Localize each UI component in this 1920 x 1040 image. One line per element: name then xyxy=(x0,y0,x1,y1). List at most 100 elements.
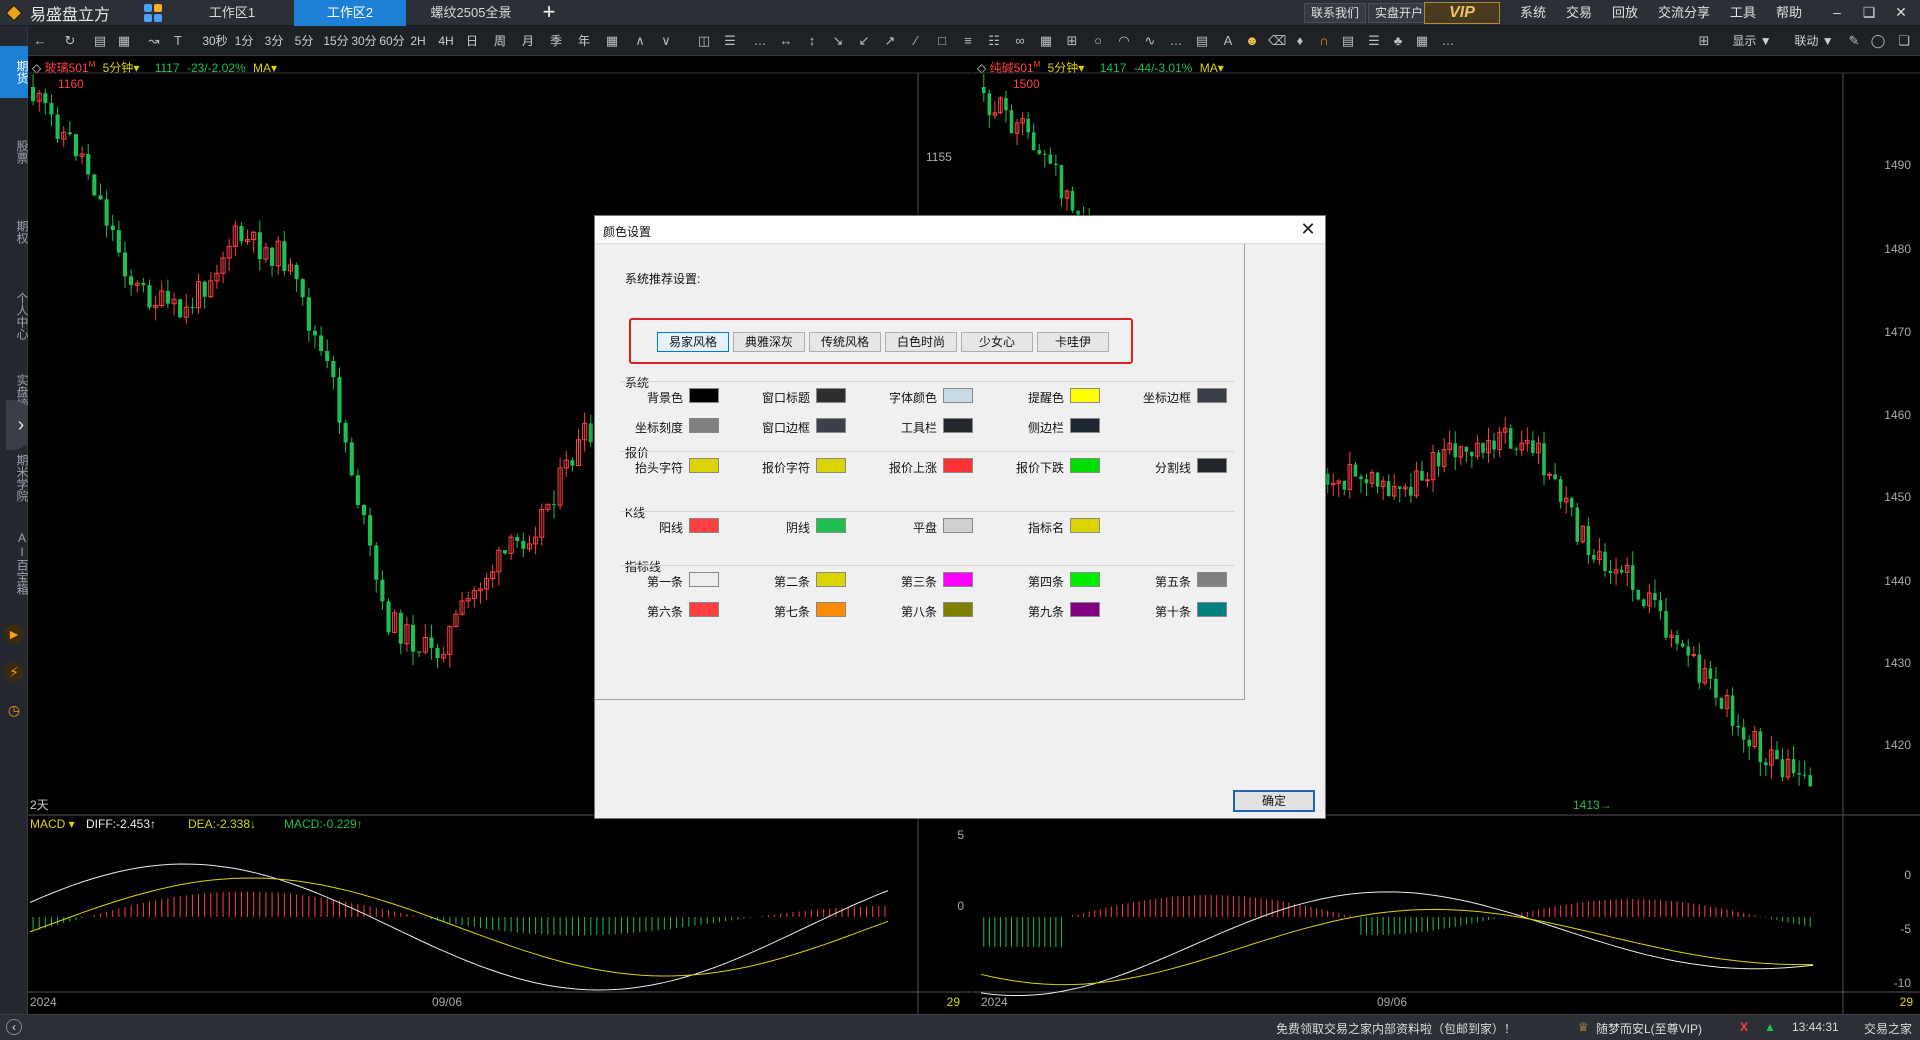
color-swatch[interactable] xyxy=(689,458,719,473)
dialog-close-icon[interactable]: ✕ xyxy=(1297,218,1319,240)
tab-rebar-overview[interactable]: 螺纹2505全景 xyxy=(412,0,530,26)
apps-grid-icon[interactable] xyxy=(144,4,162,22)
video-icon[interactable]: ► xyxy=(4,624,24,644)
period-30s[interactable]: 30秒 xyxy=(200,32,230,50)
text-tool-icon[interactable]: … xyxy=(1168,32,1184,50)
fullscreen-icon[interactable]: ❏ xyxy=(1896,32,1912,50)
more-tools-icon[interactable]: … xyxy=(1440,32,1456,50)
display-dropdown[interactable]: 显示 ▼ xyxy=(1728,32,1776,50)
smile-icon[interactable]: ☻ xyxy=(1244,32,1260,50)
chart-line-icon[interactable]: ↝ xyxy=(146,32,162,50)
color-swatch[interactable] xyxy=(943,572,973,587)
zoom-out-icon[interactable]: ∨ xyxy=(658,32,674,50)
color-swatch[interactable] xyxy=(1070,518,1100,533)
menu-share[interactable]: 交流分享 xyxy=(1658,0,1710,26)
period-quarter[interactable]: 季 xyxy=(548,32,564,50)
menu-system[interactable]: 系统 xyxy=(1520,0,1546,26)
sidenav-ai-toolbox[interactable]: AI百宝箱 xyxy=(0,522,29,604)
open-account-button[interactable]: 实盘开户 xyxy=(1368,3,1431,23)
channel-icon[interactable]: ∕ xyxy=(908,32,924,50)
period-3m[interactable]: 3分 xyxy=(264,32,284,50)
screenshot-icon[interactable]: ▦ xyxy=(1414,32,1430,50)
bars-icon[interactable]: ☷ xyxy=(986,32,1002,50)
period-day[interactable]: 日 xyxy=(464,32,480,50)
ok-button[interactable]: 确定 xyxy=(1233,790,1315,812)
color-swatch[interactable] xyxy=(1070,458,1100,473)
sidenav-futures[interactable]: 期货 xyxy=(0,46,29,98)
pen-icon[interactable]: ✎ xyxy=(1846,32,1862,50)
period-60m[interactable]: 60分 xyxy=(378,32,406,50)
cycle-icon[interactable]: ⊞ xyxy=(1064,32,1080,50)
period-30m[interactable]: 30分 xyxy=(350,32,378,50)
color-swatch[interactable] xyxy=(1070,388,1100,403)
color-swatch[interactable] xyxy=(1197,572,1227,587)
save-icon[interactable]: ▤ xyxy=(92,32,108,50)
preset-white-fashion[interactable]: 白色时尚 xyxy=(885,332,957,352)
cluster-icon[interactable]: ♣ xyxy=(1390,32,1406,50)
maximize-button[interactable]: ❏ xyxy=(1854,0,1884,26)
layout-icon[interactable]: ◫ xyxy=(696,32,712,50)
color-swatch[interactable] xyxy=(816,418,846,433)
vline-icon[interactable]: ↕ xyxy=(804,32,820,50)
period-week[interactable]: 周 xyxy=(492,32,508,50)
sidenav-academy[interactable]: 期米学院 xyxy=(0,442,29,514)
color-swatch[interactable] xyxy=(689,602,719,617)
color-swatch[interactable] xyxy=(1197,458,1227,473)
ray-icon[interactable]: ↘ xyxy=(830,32,846,50)
eraser-icon[interactable]: ⌫ xyxy=(1268,32,1286,50)
ruler-icon[interactable]: ▤ xyxy=(1194,32,1210,50)
color-swatch[interactable] xyxy=(689,418,719,433)
list-icon[interactable]: ☰ xyxy=(722,32,738,50)
period-4h[interactable]: 4H xyxy=(436,32,456,50)
calendar-icon[interactable]: ▦ xyxy=(604,32,620,50)
magnet-icon[interactable]: ∩ xyxy=(1316,32,1332,50)
menu-tools[interactable]: 工具 xyxy=(1730,0,1756,26)
color-swatch[interactable] xyxy=(689,572,719,587)
color-swatch[interactable] xyxy=(816,518,846,533)
period-2h[interactable]: 2H xyxy=(408,32,428,50)
minimize-button[interactable]: – xyxy=(1822,0,1852,26)
refresh-icon[interactable]: ↻ xyxy=(62,32,78,50)
grid-icon[interactable]: ▦ xyxy=(1038,32,1054,50)
add-tab-button[interactable]: + xyxy=(538,0,560,26)
user-name[interactable]: 随梦而安L(至尊VIP) xyxy=(1596,1020,1702,1037)
arc-icon[interactable]: ◠ xyxy=(1116,32,1132,50)
color-swatch[interactable] xyxy=(943,602,973,617)
contact-us-button[interactable]: 联系我们 xyxy=(1304,3,1367,23)
note-icon[interactable]: ▤ xyxy=(1340,32,1356,50)
color-swatch[interactable] xyxy=(1070,418,1100,433)
bell-icon[interactable]: ♦ xyxy=(1292,32,1308,50)
text-icon[interactable]: T xyxy=(170,32,186,50)
sidenav-options[interactable]: 期权 xyxy=(0,206,29,258)
color-swatch[interactable] xyxy=(1197,602,1227,617)
more-icon[interactable]: … xyxy=(752,32,768,50)
flash-icon[interactable]: ⚡ xyxy=(4,662,24,682)
menu-help[interactable]: 帮助 xyxy=(1776,0,1802,26)
headset-icon[interactable]: ◷ xyxy=(4,700,24,720)
color-swatch[interactable] xyxy=(943,458,973,473)
menu-trade[interactable]: 交易 xyxy=(1566,0,1592,26)
sidenav-personal[interactable]: 个人中心 xyxy=(0,276,29,356)
folder-icon[interactable]: ▦ xyxy=(116,32,132,50)
hline-icon[interactable]: ↔ xyxy=(778,32,794,50)
font-icon[interactable]: A xyxy=(1220,32,1236,50)
color-swatch[interactable] xyxy=(816,458,846,473)
menu-replay[interactable]: 回放 xyxy=(1612,0,1638,26)
brand-text[interactable]: 交易之家 xyxy=(1864,1020,1912,1037)
color-swatch[interactable] xyxy=(1070,572,1100,587)
arrow-icon[interactable]: ↗ xyxy=(882,32,898,50)
preset-traditional[interactable]: 传统风格 xyxy=(809,332,881,352)
preset-yijia[interactable]: 易家风格 xyxy=(657,332,729,352)
period-1m[interactable]: 1分 xyxy=(234,32,254,50)
color-swatch[interactable] xyxy=(816,572,846,587)
fib-icon[interactable]: ≡ xyxy=(960,32,976,50)
period-15m[interactable]: 15分 xyxy=(322,32,350,50)
gann-icon[interactable]: ∞ xyxy=(1012,32,1028,50)
color-swatch[interactable] xyxy=(689,518,719,533)
color-swatch[interactable] xyxy=(1197,388,1227,403)
vip-badge[interactable]: VIP xyxy=(1424,2,1500,24)
tag-icon[interactable]: ☰ xyxy=(1366,32,1382,50)
segment-icon[interactable]: ↙ xyxy=(856,32,872,50)
preset-elegant-gray[interactable]: 典雅深灰 xyxy=(733,332,805,352)
preset-girl-heart[interactable]: 少女心 xyxy=(961,332,1033,352)
